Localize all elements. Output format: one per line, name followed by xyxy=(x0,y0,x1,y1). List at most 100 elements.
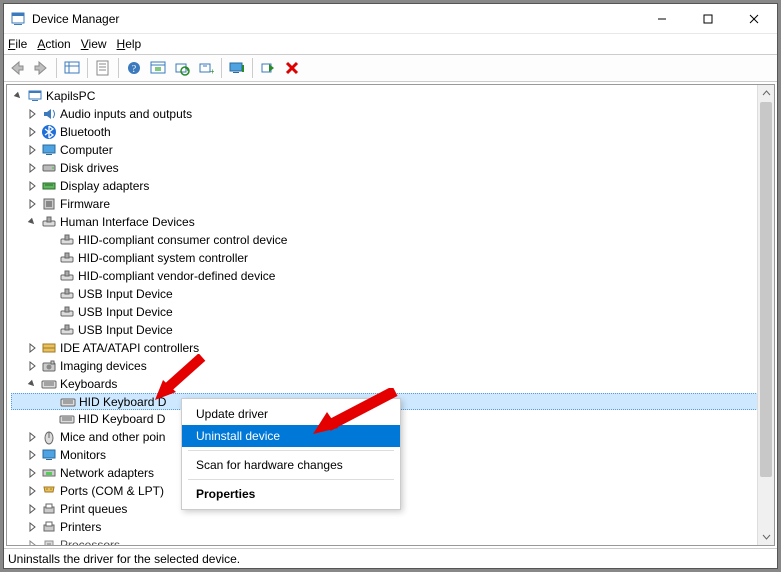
tree-node-ide[interactable]: IDE ATA/ATAPI controllers xyxy=(11,339,774,357)
tree-node-audio[interactable]: Audio inputs and outputs xyxy=(11,105,774,123)
expand-icon[interactable] xyxy=(25,502,39,516)
node-label: HID-compliant consumer control device xyxy=(78,231,287,249)
menu-help[interactable]: Help xyxy=(117,37,142,51)
collapse-icon[interactable] xyxy=(25,215,39,229)
processor-icon xyxy=(41,537,57,546)
minimize-button[interactable] xyxy=(639,4,685,34)
node-label: Imaging devices xyxy=(60,357,147,375)
expand-icon[interactable] xyxy=(25,179,39,193)
expand-icon[interactable] xyxy=(25,125,39,139)
tree-node-hid-child[interactable]: USB Input Device xyxy=(11,303,774,321)
tree-node-computer[interactable]: Computer xyxy=(11,141,774,159)
node-label: Keyboards xyxy=(60,375,117,393)
menu-file[interactable]: File xyxy=(8,37,27,51)
app-icon xyxy=(10,11,26,27)
tree-node-keyboards[interactable]: Keyboards xyxy=(11,375,774,393)
hid-device-icon xyxy=(59,232,75,248)
hid-device-icon xyxy=(59,304,75,320)
printqueue-icon xyxy=(41,501,57,517)
keyboard-icon xyxy=(59,411,75,427)
svg-text:?: ? xyxy=(132,64,137,75)
hid-device-icon xyxy=(59,268,75,284)
tree-node-hid-child[interactable]: HID-compliant consumer control device xyxy=(11,231,774,249)
expand-icon[interactable] xyxy=(25,161,39,175)
audio-icon xyxy=(41,106,57,122)
tb-showall-button[interactable] xyxy=(61,57,83,79)
nav-forward-button[interactable] xyxy=(30,57,52,79)
node-label: HID-compliant system controller xyxy=(78,249,248,267)
tree-node-diskdrives[interactable]: Disk drives xyxy=(11,159,774,177)
node-label: Monitors xyxy=(60,446,106,464)
collapse-icon[interactable] xyxy=(25,377,39,391)
tb-properties-button[interactable] xyxy=(92,57,114,79)
ide-icon xyxy=(41,340,57,356)
toolbar-separator xyxy=(87,58,88,78)
port-icon xyxy=(41,483,57,499)
tree-root-label: KapilsPC xyxy=(46,87,95,105)
tree-node-hid[interactable]: Human Interface Devices xyxy=(11,213,774,231)
scroll-track[interactable] xyxy=(758,102,774,528)
tree-node-hid-child[interactable]: HID-compliant system controller xyxy=(11,249,774,267)
scroll-down-button[interactable] xyxy=(758,528,774,545)
hid-device-icon xyxy=(59,322,75,338)
tree-node-bluetooth[interactable]: Bluetooth xyxy=(11,123,774,141)
menu-item-label: Scan for hardware changes xyxy=(196,458,343,472)
tree-node-processors[interactable]: Processors xyxy=(11,536,774,546)
expand-icon[interactable] xyxy=(25,538,39,546)
expand-icon[interactable] xyxy=(25,466,39,480)
tb-help-button[interactable]: ? xyxy=(123,57,145,79)
node-label: Mice and other poin xyxy=(60,428,165,446)
context-properties[interactable]: Properties xyxy=(182,483,400,505)
tree-node-hid-child[interactable]: USB Input Device xyxy=(11,321,774,339)
node-label: HID-compliant vendor-defined device xyxy=(78,267,275,285)
expand-icon[interactable] xyxy=(25,448,39,462)
expand-icon[interactable] xyxy=(25,359,39,373)
scroll-up-button[interactable] xyxy=(758,85,774,102)
context-scan-hardware[interactable]: Scan for hardware changes xyxy=(182,454,400,476)
tree-node-hid-child[interactable]: HID-compliant vendor-defined device xyxy=(11,267,774,285)
expand-icon[interactable] xyxy=(25,430,39,444)
tb-scan-button[interactable] xyxy=(171,57,193,79)
tree-node-firmware[interactable]: Firmware xyxy=(11,195,774,213)
tb-enable-button[interactable] xyxy=(257,57,279,79)
close-button[interactable] xyxy=(731,4,777,34)
menu-item-label: Properties xyxy=(196,487,255,501)
menu-action[interactable]: Action xyxy=(37,37,70,51)
tree-node-printers[interactable]: Printers xyxy=(11,518,774,536)
node-label: Network adapters xyxy=(60,464,154,482)
node-label: Print queues xyxy=(60,500,127,518)
node-label: IDE ATA/ATAPI controllers xyxy=(60,339,199,357)
expand-icon[interactable] xyxy=(25,197,39,211)
keyboard-icon xyxy=(41,376,57,392)
tree-root[interactable]: KapilsPC xyxy=(11,87,774,105)
scroll-thumb[interactable] xyxy=(760,102,772,477)
tree-node-display[interactable]: Display adapters xyxy=(11,177,774,195)
maximize-button[interactable] xyxy=(685,4,731,34)
context-menu: Update driver Uninstall device Scan for … xyxy=(181,398,401,510)
node-label: Disk drives xyxy=(60,159,119,177)
expand-icon[interactable] xyxy=(25,520,39,534)
tree-node-hid-child[interactable]: USB Input Device xyxy=(11,285,774,303)
menu-item-label: Uninstall device xyxy=(196,429,280,443)
context-update-driver[interactable]: Update driver xyxy=(182,403,400,425)
mouse-icon xyxy=(41,429,57,445)
tb-uninstall-button[interactable] xyxy=(281,57,303,79)
titlebar: Device Manager xyxy=(4,4,777,34)
nav-back-button[interactable] xyxy=(6,57,28,79)
display-icon xyxy=(41,178,57,194)
expand-icon[interactable] xyxy=(11,89,25,103)
node-label: HID Keyboard D xyxy=(78,410,165,428)
tb-addlegacy-button[interactable]: + xyxy=(195,57,217,79)
tree-node-imaging[interactable]: Imaging devices xyxy=(11,357,774,375)
expand-icon[interactable] xyxy=(25,484,39,498)
expand-icon[interactable] xyxy=(25,341,39,355)
vertical-scrollbar[interactable] xyxy=(757,85,774,545)
node-label: Firmware xyxy=(60,195,110,213)
context-uninstall-device[interactable]: Uninstall device xyxy=(182,425,400,447)
menu-view[interactable]: View xyxy=(81,37,107,51)
menu-item-label: Update driver xyxy=(196,407,268,421)
tb-monitor-button[interactable] xyxy=(226,57,248,79)
expand-icon[interactable] xyxy=(25,107,39,121)
tb-update-button[interactable] xyxy=(147,57,169,79)
expand-icon[interactable] xyxy=(25,143,39,157)
